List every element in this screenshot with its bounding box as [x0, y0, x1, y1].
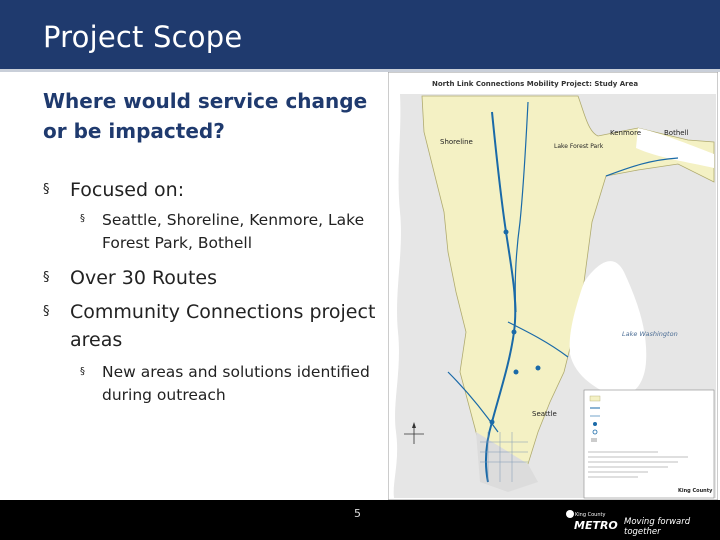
page-number: 5 — [354, 507, 361, 520]
logo-king-county: King County — [575, 512, 605, 518]
slide-subtitle: Where would service change or be impacte… — [43, 89, 368, 143]
map-title: North Link Connections Mobility Project:… — [432, 80, 638, 88]
bullet-routes: Over 30 Routes — [70, 267, 218, 289]
slide-title: Project Scope — [43, 20, 243, 54]
bullet-focused-on: Focused on: — [70, 179, 185, 201]
bullet-community: Community Connections project areas — [70, 301, 376, 351]
study-area-map: North Link Connections Mobility Project:… — [388, 72, 718, 500]
map-label-lake-forest-park: Lake Forest Park — [554, 143, 604, 150]
map-label-bothell: Bothell — [664, 129, 689, 137]
map-label-shoreline: Shoreline — [440, 138, 473, 146]
map-label-seattle: Seattle — [532, 410, 557, 418]
bullet-marker: § — [43, 304, 50, 319]
logo-metro: METRO — [574, 519, 618, 531]
bullet-marker: § — [43, 182, 50, 197]
map-label-kenmore: Kenmore — [610, 129, 641, 137]
map-label-lake-washington: Lake Washington — [622, 330, 678, 338]
bullet-focused-sub: Seattle, Shoreline, Kenmore, Lake Forest… — [102, 211, 365, 252]
king-county-metro-logo: King County METRO — [566, 510, 618, 531]
bullet-community-sub: New areas and solutions identified durin… — [102, 363, 370, 404]
footer-tagline: Moving forward together — [624, 517, 691, 537]
bullet-marker: § — [43, 270, 50, 285]
map-legend-king-county: King County — [678, 488, 713, 494]
bullet-marker: § — [80, 366, 85, 377]
bullet-marker: § — [80, 213, 85, 224]
